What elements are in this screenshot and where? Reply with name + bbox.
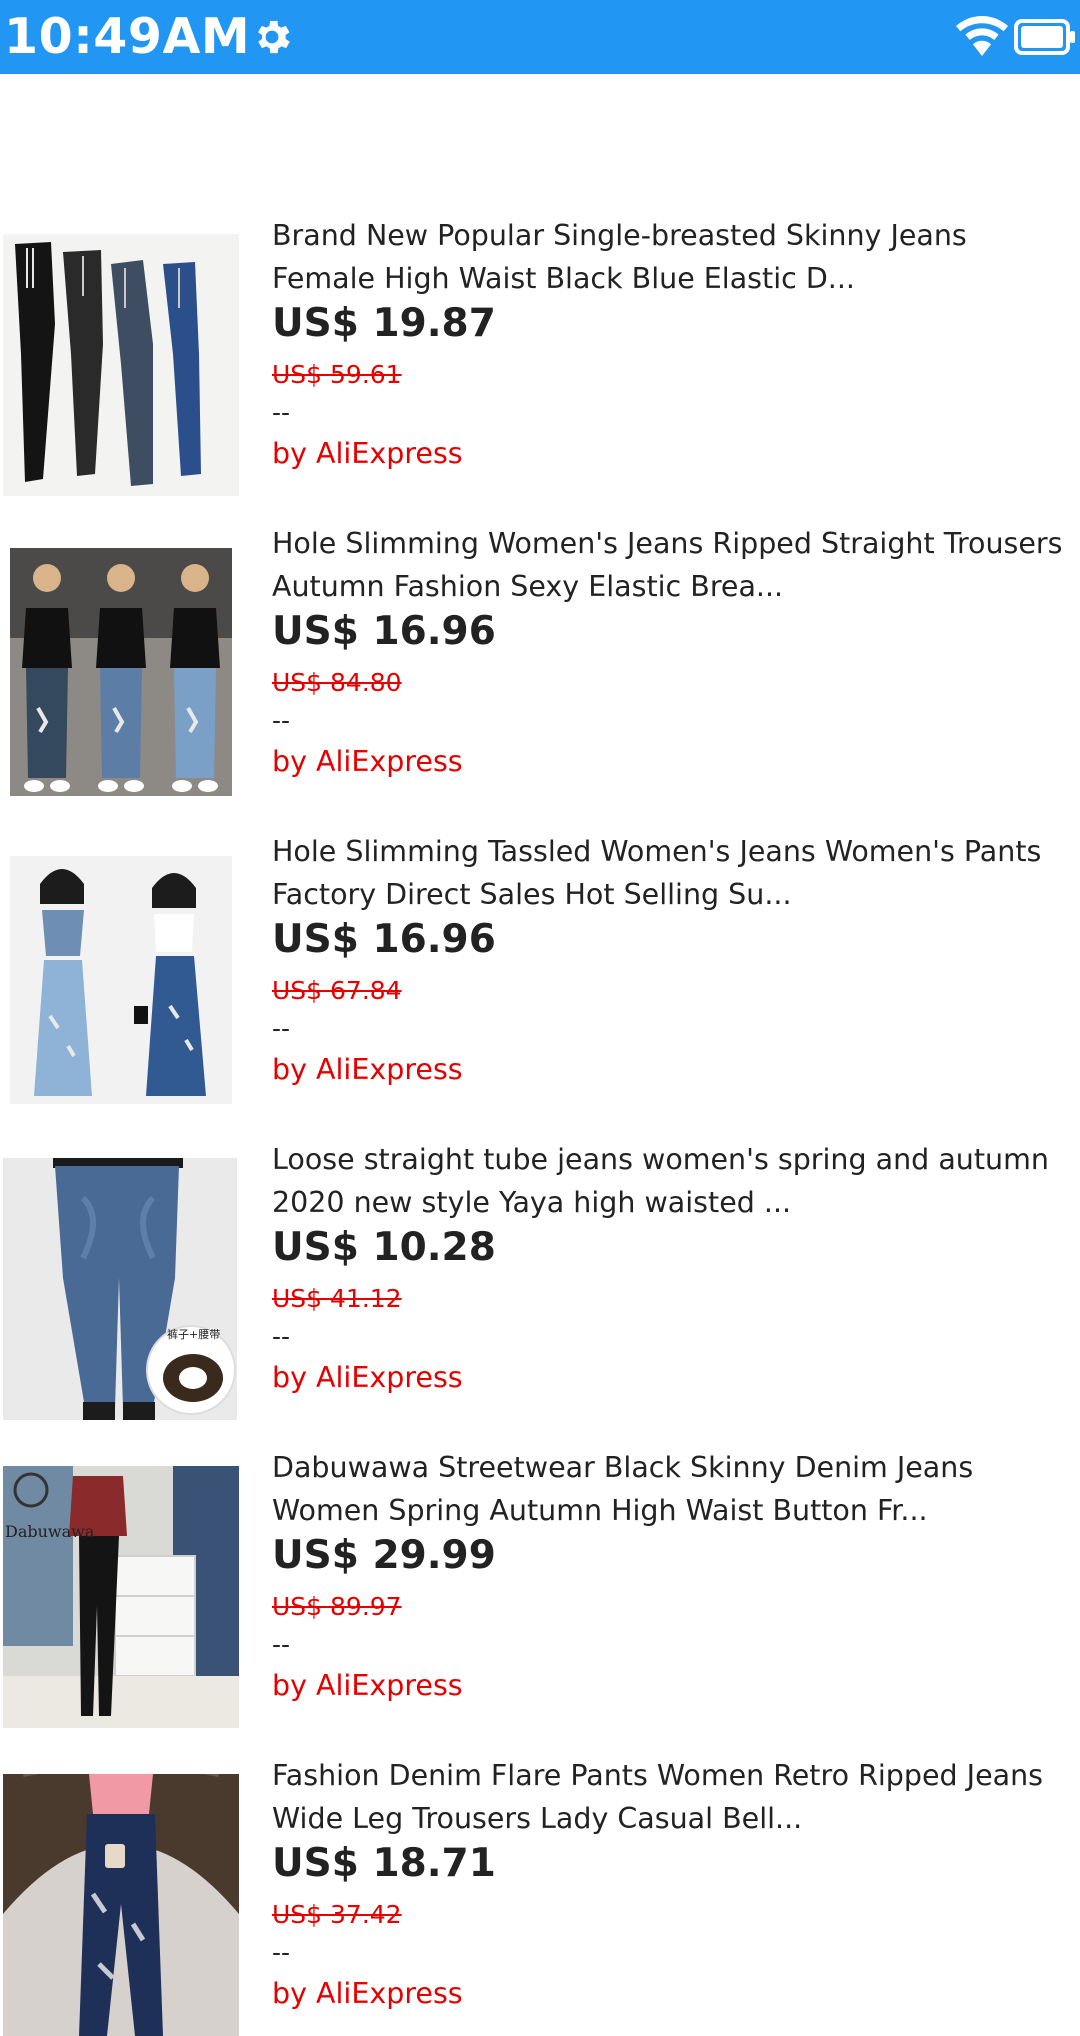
brand-logo: Dabuwawa bbox=[5, 1522, 95, 1541]
list-item[interactable]: Brand New Popular Single-breasted Skinny… bbox=[0, 148, 1080, 496]
list-item[interactable]: Dabuwawa Dabuwawa Streetwear Black Skinn… bbox=[0, 1380, 1080, 1728]
wifi-icon bbox=[956, 16, 1008, 56]
product-price: US$ 29.99 bbox=[272, 1533, 496, 1578]
list-item[interactable]: Hole Slimming Tassled Women's Jeans Wome… bbox=[0, 764, 1080, 1104]
list-item[interactable]: 裤子+腰带 Loose straight tube jeans women's … bbox=[0, 1072, 1080, 1420]
product-rating: -- bbox=[272, 1630, 291, 1659]
product-image[interactable] bbox=[3, 1774, 239, 2036]
product-title: Hole Slimming Tassled Women's Jeans Wome… bbox=[272, 835, 1042, 911]
product-title: Dabuwawa Streetwear Black Skinny Denim J… bbox=[272, 1451, 974, 1527]
product-title: Brand New Popular Single-breasted Skinny… bbox=[272, 219, 967, 295]
product-price: US$ 19.87 bbox=[272, 301, 496, 346]
product-price: US$ 16.96 bbox=[272, 609, 496, 654]
product-rating: -- bbox=[272, 706, 291, 735]
status-time: 10:49AM bbox=[4, 8, 251, 65]
gear-icon bbox=[258, 20, 290, 54]
product-rating: -- bbox=[272, 1322, 291, 1351]
seller-link[interactable]: by AliExpress bbox=[272, 1974, 463, 2014]
image-caption: 裤子+腰带 bbox=[167, 1328, 221, 1341]
list-item[interactable]: Fashion Denim Flare Pants Women Retro Ri… bbox=[0, 1688, 1080, 2036]
original-price: US$ 37.42 bbox=[272, 1900, 402, 1929]
battery-icon bbox=[1014, 19, 1075, 55]
product-rating: -- bbox=[272, 1938, 291, 1967]
product-title: Loose straight tube jeans women's spring… bbox=[272, 1143, 1049, 1219]
product-title: Fashion Denim Flare Pants Women Retro Ri… bbox=[272, 1759, 1043, 1835]
product-price: US$ 16.96 bbox=[272, 917, 496, 962]
original-price: US$ 89.97 bbox=[272, 1592, 402, 1621]
product-price: US$ 18.71 bbox=[272, 1841, 496, 1886]
product-price: US$ 10.28 bbox=[272, 1225, 496, 1270]
product-rating: -- bbox=[272, 1014, 291, 1043]
product-image[interactable] bbox=[10, 856, 232, 1104]
original-price: US$ 59.61 bbox=[272, 360, 402, 389]
product-rating: -- bbox=[272, 398, 291, 427]
original-price: US$ 41.12 bbox=[272, 1284, 402, 1313]
product-image[interactable] bbox=[10, 548, 232, 796]
original-price: US$ 67.84 bbox=[272, 976, 402, 1005]
product-title: Hole Slimming Women's Jeans Ripped Strai… bbox=[272, 527, 1063, 603]
status-bar: 10:49AM bbox=[0, 0, 1080, 74]
original-price: US$ 84.80 bbox=[272, 668, 402, 697]
list-item[interactable]: Hole Slimming Women's Jeans Ripped Strai… bbox=[0, 456, 1080, 796]
